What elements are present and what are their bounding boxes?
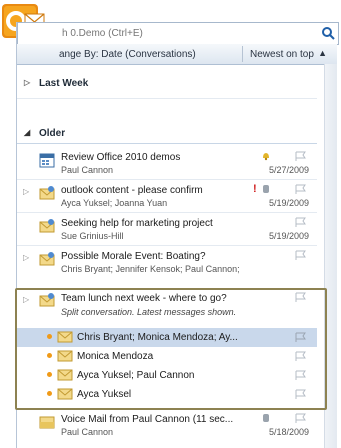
divider: [17, 212, 317, 213]
message-subject: Possible Morale Event: Boating?: [61, 251, 206, 262]
message-subject: Seeking help for marketing project: [61, 218, 213, 229]
group-label: Older: [39, 128, 66, 139]
conversation-child-item[interactable]: Ayca Yuksel: [17, 385, 317, 404]
message-from: Chris Bryant; Jennifer Kensok; Paul Cann…: [61, 264, 240, 274]
conversation-participants: Ayca Yuksel: [77, 389, 132, 400]
flag-icon[interactable]: [293, 151, 309, 162]
group-header-older[interactable]: ◢ Older: [17, 124, 317, 144]
message-subject: Review Office 2010 demos: [61, 152, 181, 163]
divider: [17, 98, 317, 99]
envelope-icon: [57, 331, 73, 343]
header-separator: [242, 46, 243, 62]
envelope-icon: [39, 252, 55, 266]
message-from: Ayca Yuksel; Joanna Yuan: [61, 198, 168, 208]
conversation-participants: Chris Bryant; Monica Mendoza; Ay...: [77, 332, 238, 343]
envelope-icon: [57, 350, 73, 362]
flag-icon[interactable]: [293, 413, 309, 424]
message-date: 5/19/2009: [268, 231, 309, 241]
list-item[interactable]: Seeking help for marketing project Sue G…: [17, 214, 317, 244]
conversation-participants: Ayca Yuksel; Paul Cannon: [77, 370, 195, 381]
expand-arrow-icon[interactable]: ▷: [23, 187, 29, 196]
arrange-by-label[interactable]: ange By: Date (Conversations): [59, 49, 196, 60]
calendar-icon: [39, 153, 55, 168]
attachment-icon: [263, 414, 269, 422]
message-date: 5/18/2009: [268, 427, 309, 437]
message-date: 5/27/2009: [268, 165, 309, 175]
expand-arrow-icon[interactable]: ▷: [24, 78, 30, 87]
divider: [17, 179, 317, 180]
voicemail-envelope-icon: [39, 416, 55, 429]
message-from: Paul Cannon: [61, 165, 114, 175]
message-date: 5/19/2009: [268, 198, 309, 208]
unread-dot-icon: [47, 353, 52, 358]
envelope-icon: [57, 369, 73, 381]
envelope-icon: [39, 293, 55, 307]
search-box[interactable]: [17, 22, 339, 45]
divider: [17, 245, 317, 246]
message-from: Sue Grinius-Hill: [61, 231, 124, 241]
unread-dot-icon: [47, 372, 52, 377]
expand-arrow-icon[interactable]: ▷: [23, 253, 29, 262]
conversation-participants: Monica Mendoza: [77, 351, 154, 362]
message-list-pane: ange By: Date (Conversations) Newest on …: [15, 22, 341, 448]
attachment-icon: [263, 185, 269, 193]
conversation-subject: Team lunch next week - where to go?: [61, 293, 227, 304]
flag-icon[interactable]: [293, 332, 309, 343]
envelope-icon: [39, 186, 55, 200]
reminder-bell-icon: [263, 153, 269, 161]
envelope-icon: [39, 219, 55, 233]
envelope-icon: [57, 388, 73, 400]
flag-icon[interactable]: [293, 217, 309, 228]
list-item[interactable]: ▷ Possible Morale Event: Boating? Chris …: [17, 247, 317, 277]
group-header-last-week[interactable]: ▷ Last Week: [17, 74, 317, 94]
flag-icon[interactable]: [293, 250, 309, 261]
message-subject: Voice Mail from Paul Cannon (11 sec...: [61, 414, 234, 425]
expand-arrow-icon[interactable]: ▷: [23, 295, 29, 304]
flag-icon[interactable]: [293, 292, 309, 303]
flag-icon[interactable]: [293, 184, 309, 195]
flag-icon[interactable]: [293, 389, 309, 400]
conversation-child-item[interactable]: Ayca Yuksel; Paul Cannon: [17, 366, 317, 385]
high-importance-icon: !: [253, 183, 257, 195]
arrange-by-header[interactable]: ange By: Date (Conversations) Newest on …: [17, 44, 337, 65]
list-item[interactable]: Voice Mail from Paul Cannon (11 sec... P…: [17, 410, 317, 440]
group-label: Last Week: [39, 78, 89, 89]
flag-icon[interactable]: [293, 370, 309, 381]
flag-icon[interactable]: [293, 351, 309, 362]
conversation-note: Split conversation. Latest messages show…: [61, 307, 237, 317]
sort-up-icon[interactable]: ▲: [318, 48, 327, 58]
message-from: Paul Cannon: [61, 427, 114, 437]
conversation-child-item[interactable]: Monica Mendoza: [17, 347, 317, 366]
group-underline: [17, 143, 317, 144]
sort-order-label[interactable]: Newest on top: [250, 49, 314, 60]
conversation-child-item[interactable]: Chris Bryant; Monica Mendoza; Ay...: [17, 328, 317, 347]
unread-dot-icon: [47, 334, 52, 339]
search-input[interactable]: [60, 25, 314, 42]
collapse-arrow-icon[interactable]: ◢: [24, 128, 30, 137]
list-item[interactable]: ▷ outlook content - please confirm Ayca …: [17, 181, 317, 211]
list-item[interactable]: Review Office 2010 demos Paul Cannon 5/2…: [17, 148, 317, 178]
unread-dot-icon: [47, 391, 52, 396]
conversation-header[interactable]: ▷ Team lunch next week - where to go? Sp…: [17, 288, 317, 328]
message-subject: outlook content - please confirm: [61, 185, 203, 196]
search-icon[interactable]: [320, 25, 336, 41]
